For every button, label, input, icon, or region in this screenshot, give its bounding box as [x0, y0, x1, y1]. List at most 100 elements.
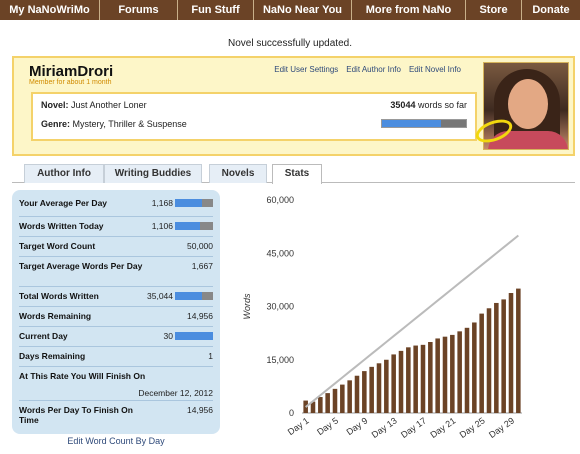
word-count-bar	[442, 336, 448, 413]
nav-forums[interactable]: Forums	[100, 0, 178, 20]
stat-words-remaining: Words Remaining 14,956	[19, 307, 213, 327]
word-count-bar	[398, 350, 404, 413]
x-tick-label: Day 17	[399, 415, 428, 440]
word-count-bar	[325, 393, 330, 413]
stat-total-words: Total Words Written 35,044	[19, 287, 213, 307]
word-count-bar	[464, 327, 470, 413]
word-count-bar	[332, 388, 338, 413]
stat-value: 1,168	[151, 198, 173, 208]
edit-user-settings-link[interactable]: Edit User Settings	[274, 65, 338, 74]
tab-author-info[interactable]: Author Info	[24, 164, 104, 183]
stat-words-today: Words Written Today 1,106	[19, 217, 213, 237]
x-tick-label: Day 25	[458, 415, 487, 440]
stat-label: Words Per Day To Finish On Time	[19, 405, 133, 425]
y-tick-label: 30,000	[266, 302, 294, 312]
x-tick-label: Day 21	[428, 415, 457, 440]
word-count-bar	[318, 397, 323, 413]
target-line	[305, 234, 519, 408]
stat-minibar-fill	[175, 332, 213, 340]
profile-tabs: Author Info Writing Buddies Novels Stats	[12, 164, 575, 184]
nav-store[interactable]: Store	[466, 0, 522, 20]
y-axis-label: Words	[242, 293, 252, 320]
stat-current-day: Current Day 30	[19, 327, 213, 347]
word-count-bar	[406, 347, 411, 413]
nav-my-nanowrimo[interactable]: My NaNoWriMo	[0, 0, 100, 20]
word-count-bar	[516, 288, 521, 413]
stat-minibar	[175, 222, 213, 230]
novel-progress-bar	[381, 119, 467, 128]
word-count-bar	[435, 338, 440, 413]
word-count-bar	[420, 344, 426, 413]
stat-minibar-fill	[175, 199, 202, 207]
word-count-bar	[486, 308, 492, 413]
word-count: 35044	[390, 100, 416, 110]
nav-more-from-nano[interactable]: More from NaNo	[352, 0, 466, 20]
x-tick-label: Day 29	[487, 415, 516, 440]
novel-progress-fill	[382, 120, 441, 127]
stat-value: 1,667	[191, 261, 213, 271]
y-tick-label: 60,000	[266, 195, 294, 205]
tab-stats[interactable]: Stats	[272, 164, 322, 184]
stat-value: 14,956	[187, 311, 213, 321]
stat-label: Target Word Count	[19, 241, 96, 251]
member-since: Member for about 1 month	[29, 79, 112, 86]
stats-panel: Your Average Per Day 1,168 Words Written…	[12, 190, 220, 434]
word-count-bar	[428, 342, 433, 413]
word-count-bar	[347, 380, 352, 413]
word-count-bar	[362, 371, 367, 413]
stat-finish-date: At This Rate You Will Finish On December…	[19, 367, 213, 401]
word-count-bar	[340, 384, 345, 413]
flash-message: Novel successfully updated.	[228, 38, 352, 49]
username[interactable]: MiriamDrori	[29, 63, 113, 80]
x-tick-label: Day 5	[315, 415, 340, 437]
stat-value: December 12, 2012	[138, 388, 213, 398]
genre-value: Mystery, Thriller & Suspense	[72, 119, 187, 129]
stat-label: At This Rate You Will Finish On	[19, 371, 146, 381]
words-suffix: words so far	[417, 100, 467, 110]
y-tick-label: 0	[289, 408, 294, 418]
stat-value: 35,044	[147, 291, 173, 301]
edit-author-info-link[interactable]: Edit Author Info	[346, 65, 401, 74]
stat-target-average: Target Average Words Per Day 1,667	[19, 257, 213, 287]
stat-words-per-day-to-finish: Words Per Day To Finish On Time 14,956	[19, 401, 213, 430]
stat-minibar	[175, 332, 213, 340]
stat-minibar	[175, 199, 213, 207]
y-tick-label: 45,000	[266, 248, 294, 258]
word-count-bar	[472, 322, 477, 413]
nav-nano-near-you[interactable]: NaNo Near You	[254, 0, 352, 20]
word-count-bar	[376, 363, 382, 413]
x-tick-label: Day 13	[370, 415, 399, 440]
stat-minibar	[175, 292, 213, 300]
profile-panel: MiriamDrori Member for about 1 month Edi…	[12, 56, 575, 156]
stat-value: 30	[163, 331, 173, 341]
genre-label: Genre:	[41, 119, 71, 129]
stat-minibar-fill	[175, 292, 202, 300]
edit-novel-info-link[interactable]: Edit Novel Info	[409, 65, 461, 74]
nav-donate[interactable]: Donate	[522, 0, 580, 20]
word-count-bar	[450, 334, 455, 413]
stat-label: Days Remaining	[19, 351, 86, 361]
tab-novels[interactable]: Novels	[209, 164, 267, 183]
novel-summary: Novel: Just Another Loner Genre: Mystery…	[31, 92, 477, 141]
word-count-bar	[369, 366, 374, 413]
word-count-bar	[508, 293, 514, 413]
novel-row: Novel: Just Another Loner	[41, 100, 147, 110]
stat-value: 14,956	[187, 405, 213, 415]
words-so-far: 35044 words so far	[390, 100, 467, 110]
stat-label: Target Average Words Per Day	[19, 261, 143, 271]
novel-title: Just Another Loner	[71, 100, 147, 110]
nav-fun-stuff[interactable]: Fun Stuff	[178, 0, 254, 20]
stat-label: Words Remaining	[19, 311, 92, 321]
edit-word-count-link[interactable]: Edit Word Count By Day	[12, 436, 220, 446]
word-count-bar	[413, 345, 418, 413]
word-count-bar	[501, 299, 506, 413]
y-tick-label: 15,000	[266, 355, 294, 365]
stat-days-remaining: Days Remaining 1	[19, 347, 213, 367]
stat-value: 50,000	[187, 241, 213, 251]
word-count-chart: 0 15,000 30,000 45,000 60,000 Words Day 1 Day 5…	[242, 195, 522, 440]
stat-average-per-day: Your Average Per Day 1,168	[19, 194, 213, 217]
stat-minibar-fill	[175, 222, 201, 230]
top-nav: My NaNoWriMo Forums Fun Stuff NaNo Near …	[0, 0, 580, 20]
word-count-bar	[391, 354, 396, 413]
tab-writing-buddies[interactable]: Writing Buddies	[104, 164, 202, 183]
